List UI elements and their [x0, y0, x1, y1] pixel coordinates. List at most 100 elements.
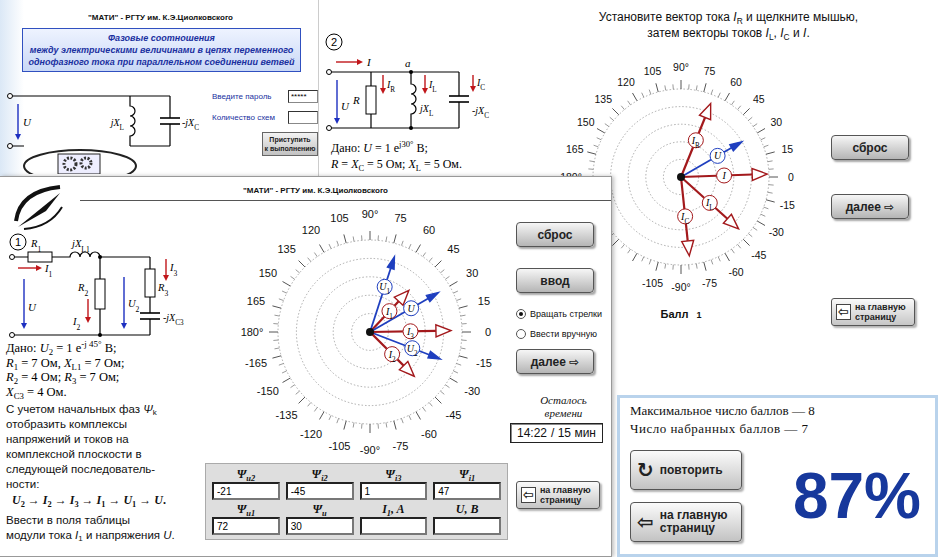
angle-label: -30 — [464, 385, 480, 397]
current-arrow — [336, 59, 363, 65]
phasor-vector[interactable] — [370, 292, 439, 332]
value-field[interactable] — [212, 517, 280, 535]
note: Ввести в поля таблицымодули тока I1 и на… — [0, 513, 205, 543]
phasor-vector[interactable] — [681, 169, 767, 181]
vector-label: IL — [702, 195, 717, 212]
angle-label: -45 — [445, 409, 461, 421]
circuit-label: R2 — [77, 282, 88, 298]
circuit-label: U — [28, 301, 37, 313]
angle-label: 0 — [788, 171, 794, 183]
circuit-label: I1 — [44, 263, 53, 279]
angle-label: 105 — [644, 65, 662, 77]
voltage-arrow — [15, 104, 21, 140]
reset-button[interactable]: сброс — [516, 222, 594, 247]
radio-icon[interactable] — [516, 329, 526, 339]
circuit-label: -jXC3 — [163, 312, 184, 327]
circuit-label: IL — [428, 79, 437, 94]
home-button[interactable]: ⇦на главнуюстраницу — [516, 481, 600, 509]
circuit-label: -jXC — [472, 105, 489, 120]
svg-text:U2: U2 — [407, 343, 418, 358]
value-field[interactable] — [286, 482, 354, 500]
circuit-label: I — [366, 56, 372, 68]
given-values: Дано: U2 = 1 e-j 45° В;R1 = 7 Ом, XL1 = … — [0, 341, 205, 399]
enter-button[interactable]: ввод — [516, 268, 594, 293]
vector-label: IC — [678, 209, 693, 226]
angle-label: -60 — [421, 428, 437, 440]
vector-label: I2 — [385, 347, 400, 364]
table-cell: Ψi2 — [286, 467, 354, 500]
circuit-label: -jXC — [182, 117, 199, 132]
angle-label: -90° — [360, 444, 380, 456]
circuit-label: U — [341, 100, 350, 112]
text-field[interactable] — [288, 111, 318, 124]
mode-radio[interactable]: Ввести вручную — [516, 327, 602, 341]
logo-icon — [10, 181, 66, 233]
next-button[interactable]: далее ⇨ — [516, 349, 594, 374]
column-header: Ψi1 — [459, 467, 475, 481]
timer: 14:22/ 15 мин — [510, 423, 603, 443]
circuit-label: IC — [476, 77, 485, 92]
circuit-label: I2 — [72, 316, 81, 332]
note-line: Ввести в поля таблицы — [6, 514, 130, 526]
value-field[interactable] — [360, 482, 428, 500]
current-arrow — [470, 75, 476, 92]
value-field[interactable] — [212, 482, 280, 500]
column-header: I1, A — [382, 502, 404, 516]
phasor-vector[interactable] — [681, 142, 742, 177]
column-header: Ψi2 — [312, 467, 328, 481]
vector-label: U — [404, 301, 419, 316]
value-field[interactable] — [360, 517, 428, 535]
current-arrow — [85, 299, 91, 323]
vector-label: U2 — [405, 341, 420, 358]
angle-label: -105 — [328, 440, 350, 452]
window-header: "МАТИ" - РГТУ им. К.Э.Циолковского — [80, 177, 611, 201]
timer-label: Осталосьвремени — [540, 394, 587, 420]
table-cell: U, В — [433, 502, 501, 535]
svg-text:I3: I3 — [406, 326, 414, 341]
vector-label: I3 — [403, 324, 418, 341]
column-header: Ψu1 — [237, 502, 255, 516]
value-field[interactable] — [433, 517, 501, 535]
svg-text:I: I — [721, 170, 726, 181]
radio-icon[interactable] — [516, 309, 526, 319]
phasor-vector[interactable] — [681, 104, 711, 177]
mode-radio[interactable]: Вращать стрелки — [516, 307, 602, 321]
action-button[interactable]: сброс — [831, 135, 909, 160]
angle-label: 90° — [673, 61, 689, 73]
angle-label: -165 — [245, 357, 267, 369]
value-field[interactable] — [433, 482, 501, 500]
voltage-arrow — [21, 279, 27, 329]
vector-label: U — [710, 148, 725, 163]
angle-label: 120 — [302, 224, 320, 236]
start-button[interactable]: Приступитьк выполнению — [262, 132, 318, 156]
intro-window: "МАТИ" - РГТУ им. К.Э.ЦиолковскогоФазовы… — [0, 0, 322, 180]
circuit-label: I3 — [169, 262, 178, 278]
angle-label: 75 — [394, 212, 406, 224]
angle-label: 75 — [704, 65, 716, 77]
svg-text:I1: I1 — [385, 306, 393, 321]
home-button[interactable]: ⇦на главнуюстраницу — [630, 502, 742, 542]
circuit-label: U — [23, 116, 32, 128]
circuit-label: U2 — [128, 298, 140, 314]
back-arrow-icon: ⇦ — [521, 487, 536, 503]
circuit-diagram: 1R1jXL1I1UR2I2U2R3I3-jXC3 — [0, 201, 205, 341]
angle-label: 45 — [447, 243, 459, 255]
instruction-line: затем векторы токов IL, IC и I. — [647, 26, 809, 40]
action-button[interactable]: далее ⇨ — [831, 194, 909, 219]
value-field[interactable] — [286, 517, 354, 535]
instruction-line: Установите вектор тока IR и щелкните мыш… — [599, 10, 858, 24]
max-score: Максимальное число баллов — 8 — [630, 402, 925, 420]
angle-label: -135 — [276, 409, 298, 421]
retry-button[interactable]: ↻повторить — [630, 450, 742, 490]
angle-label: 30 — [466, 267, 478, 279]
phasor-dial[interactable]: 0153045607590°105120135150165180°-165-15… — [235, 201, 505, 463]
circuit-diagram: 2IaIRILICURjXL-jXC — [319, 28, 514, 140]
home-button[interactable]: ⇦на главнуюстраницу — [831, 298, 915, 326]
angle-label: 60 — [730, 76, 742, 88]
circuit-label: a — [405, 57, 411, 69]
table-cell: Ψi1 — [433, 467, 501, 500]
task-number: 1 — [15, 236, 21, 248]
angle-label: -105 — [642, 277, 663, 289]
text-field[interactable] — [288, 90, 318, 103]
column-header: Ψu — [312, 502, 326, 516]
